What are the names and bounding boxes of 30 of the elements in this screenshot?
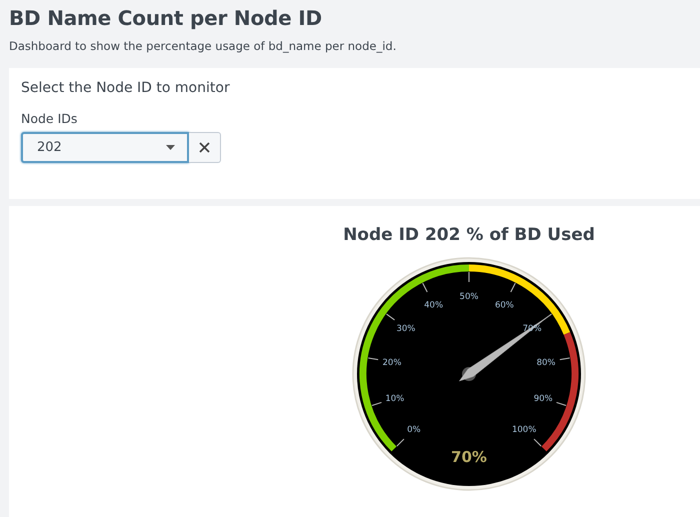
tick-label: 30% — [396, 324, 416, 334]
gauge-title: Node ID 202 % of BD Used — [343, 224, 595, 246]
tick-mark — [368, 358, 379, 360]
tick-mark — [372, 402, 382, 406]
tick-mark — [422, 282, 428, 293]
tick-label: 60% — [494, 300, 514, 310]
tick-mark — [468, 272, 470, 282]
dashboard-description: Dashboard to show the percentage usage of bd_name per node_id. — [9, 38, 398, 54]
tick-label: 100% — [512, 425, 536, 436]
tick-mark — [556, 402, 566, 406]
close-icon — [199, 142, 210, 153]
dashboard-title: BD Name Count per Node ID — [9, 5, 323, 32]
clear-button[interactable] — [189, 132, 221, 163]
tick-label: 10% — [385, 394, 404, 404]
tick-mark — [396, 438, 404, 447]
field-label: Node IDs — [21, 111, 78, 127]
tick-label: 20% — [382, 358, 402, 368]
gauge-value: 70% — [451, 448, 487, 466]
panel-heading: Select the Node ID to monitor — [21, 79, 231, 98]
node-id-dropdown[interactable]: 202 — [21, 132, 189, 163]
tick-mark — [559, 358, 570, 360]
tick-mark — [386, 314, 396, 320]
tick-mark — [534, 438, 542, 447]
tick-label: 40% — [424, 300, 444, 310]
tick-mark — [510, 282, 516, 293]
tick-label: 80% — [536, 358, 556, 368]
caret-icon — [166, 145, 175, 150]
tick-label: 0% — [407, 425, 421, 436]
tick-label: 50% — [460, 292, 478, 302]
tick-label: 90% — [534, 394, 553, 404]
